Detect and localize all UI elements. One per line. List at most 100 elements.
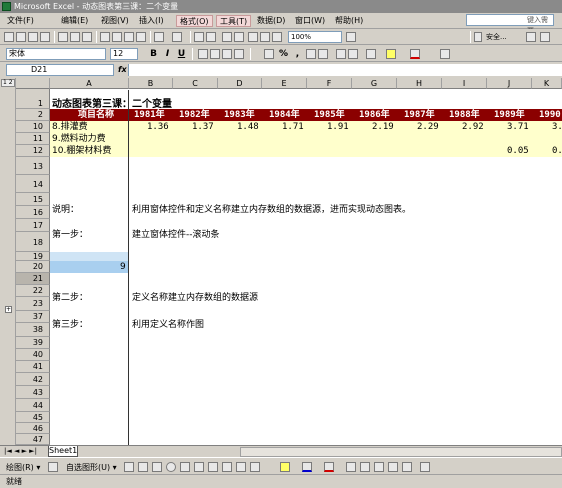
row-header[interactable]: 16 xyxy=(16,206,50,219)
font-color-icon[interactable] xyxy=(324,462,334,472)
vertical-textbox-icon[interactable] xyxy=(194,462,204,472)
arrow-icon[interactable] xyxy=(138,462,148,472)
data-value[interactable]: 1.71 xyxy=(282,121,304,133)
font-size-select[interactable]: 12 xyxy=(110,48,138,60)
draw-menu-button[interactable]: 绘图(R) ▾ xyxy=(6,462,40,473)
column-header[interactable]: H xyxy=(397,78,442,89)
help-icon[interactable] xyxy=(346,32,356,42)
zoom-select[interactable]: 100% xyxy=(288,31,342,43)
row-header[interactable]: 23 xyxy=(16,297,50,311)
align-left-icon[interactable] xyxy=(198,49,208,59)
note-label[interactable]: 说明： xyxy=(52,202,79,215)
row-header[interactable]: 19 xyxy=(16,252,50,261)
currency-icon[interactable] xyxy=(264,49,274,59)
horizontal-scrollbar[interactable] xyxy=(240,447,562,457)
row-header[interactable]: 41 xyxy=(16,361,50,373)
scrollbar-control-icon[interactable] xyxy=(272,32,282,42)
increase-decimal-icon[interactable] xyxy=(306,49,316,59)
data-value[interactable]: 0. xyxy=(552,145,562,157)
menu-help[interactable]: 帮助(H) xyxy=(332,15,366,27)
drawing-toggle-icon[interactable] xyxy=(260,32,270,42)
font-color-icon[interactable] xyxy=(410,49,420,59)
selected-cell-a21[interactable] xyxy=(50,261,128,273)
save-icon[interactable] xyxy=(28,32,38,42)
line-style-icon[interactable] xyxy=(346,462,356,472)
textbox-icon[interactable] xyxy=(180,462,190,472)
wordart-icon[interactable] xyxy=(208,462,218,472)
data-value[interactable]: 3.71 xyxy=(507,121,529,133)
note-text[interactable]: 利用定义名称作图 xyxy=(132,317,204,330)
help-search-input[interactable]: 键入需要 xyxy=(466,14,554,35)
row-header[interactable]: 13 xyxy=(16,157,50,175)
row-header[interactable]: 44 xyxy=(16,399,50,412)
row-header[interactable]: 47 xyxy=(16,434,50,445)
row-header[interactable]: 2 xyxy=(16,109,50,121)
3d-style-icon[interactable] xyxy=(402,462,412,472)
column-header[interactable]: F xyxy=(307,78,352,89)
data-value[interactable]: 1.36 xyxy=(147,121,169,133)
autosum-icon[interactable] xyxy=(206,32,216,42)
print-preview-icon[interactable] xyxy=(70,32,80,42)
row-header[interactable]: 12 xyxy=(16,145,50,157)
cut-icon[interactable] xyxy=(100,32,110,42)
toolbar-options-icon[interactable] xyxy=(540,32,550,42)
menu-file[interactable]: 文件(F) xyxy=(4,15,37,27)
align-right-icon[interactable] xyxy=(222,49,232,59)
row-header[interactable]: 20 xyxy=(16,261,50,273)
data-value[interactable]: 1.37 xyxy=(192,121,214,133)
menu-data[interactable]: 数据(D) xyxy=(254,15,288,27)
line-color-icon[interactable] xyxy=(302,462,312,472)
decrease-decimal-icon[interactable] xyxy=(318,49,328,59)
row-header[interactable]: 43 xyxy=(16,386,50,399)
row-header[interactable]: 42 xyxy=(16,373,50,386)
row-header[interactable]: 11 xyxy=(16,133,50,145)
data-value[interactable]: 2.19 xyxy=(372,121,394,133)
column-header[interactable]: J xyxy=(487,78,532,89)
cell-a21-value[interactable]: 9 xyxy=(120,261,126,273)
row-header[interactable]: 18 xyxy=(16,232,50,252)
note-text[interactable]: 建立窗体控件--滚动条 xyxy=(132,227,220,240)
arrow-style-icon[interactable] xyxy=(374,462,384,472)
sort-ascending-icon[interactable] xyxy=(222,32,232,42)
toolbar-options-icon[interactable] xyxy=(440,49,450,59)
row-header[interactable]: 15 xyxy=(16,193,50,206)
borders-icon[interactable] xyxy=(366,49,376,59)
fill-color-icon[interactable] xyxy=(280,462,290,472)
spelling-icon[interactable] xyxy=(82,32,92,42)
oval-icon[interactable] xyxy=(166,462,176,472)
increase-indent-icon[interactable] xyxy=(348,49,358,59)
shadow-style-icon[interactable] xyxy=(388,462,398,472)
sheet-tab[interactable]: Sheet1 xyxy=(48,446,78,457)
dash-style-icon[interactable] xyxy=(360,462,370,472)
row-header[interactable]: 21 xyxy=(16,273,50,285)
outline-expand-icon[interactable]: + xyxy=(5,306,12,313)
menu-format[interactable]: 格式(O) xyxy=(176,15,213,27)
new-icon[interactable] xyxy=(4,32,14,42)
item-name[interactable]: 8.排灌费 xyxy=(52,121,88,133)
hyperlink-icon[interactable] xyxy=(194,32,204,42)
data-value[interactable]: 0.05 xyxy=(507,145,529,157)
row-header[interactable]: 1 xyxy=(16,89,50,109)
note-text[interactable]: 定义名称建立内存数组的数据源 xyxy=(132,290,258,303)
row-header[interactable]: 37 xyxy=(16,311,50,323)
row-header[interactable]: 40 xyxy=(16,349,50,361)
function-icon[interactable]: fx xyxy=(118,65,127,74)
autoshapes-menu-button[interactable]: 自选图形(U) ▾ xyxy=(66,462,117,473)
sort-descending-icon[interactable] xyxy=(234,32,244,42)
menu-edit[interactable]: 编辑(E) xyxy=(58,15,91,27)
data-value[interactable]: 2.29 xyxy=(417,121,439,133)
note-label[interactable]: 第三步： xyxy=(52,317,88,330)
note-label[interactable]: 第二步： xyxy=(52,290,88,303)
font-name-select[interactable]: 宋体 xyxy=(6,48,106,60)
sheet-nav-arrows[interactable]: |◄ ◄ ► ►| xyxy=(4,447,37,455)
security-icon[interactable] xyxy=(474,32,482,42)
line-icon[interactable] xyxy=(124,462,134,472)
undo-icon[interactable] xyxy=(154,32,164,42)
decrease-indent-icon[interactable] xyxy=(336,49,346,59)
column-header[interactable]: C xyxy=(173,78,218,89)
toolbar-options-icon[interactable] xyxy=(420,462,430,472)
comma-button[interactable]: , xyxy=(292,48,303,60)
paste-icon[interactable] xyxy=(124,32,134,42)
diagram-icon[interactable] xyxy=(222,462,232,472)
selected-cell-a20[interactable] xyxy=(50,252,128,261)
